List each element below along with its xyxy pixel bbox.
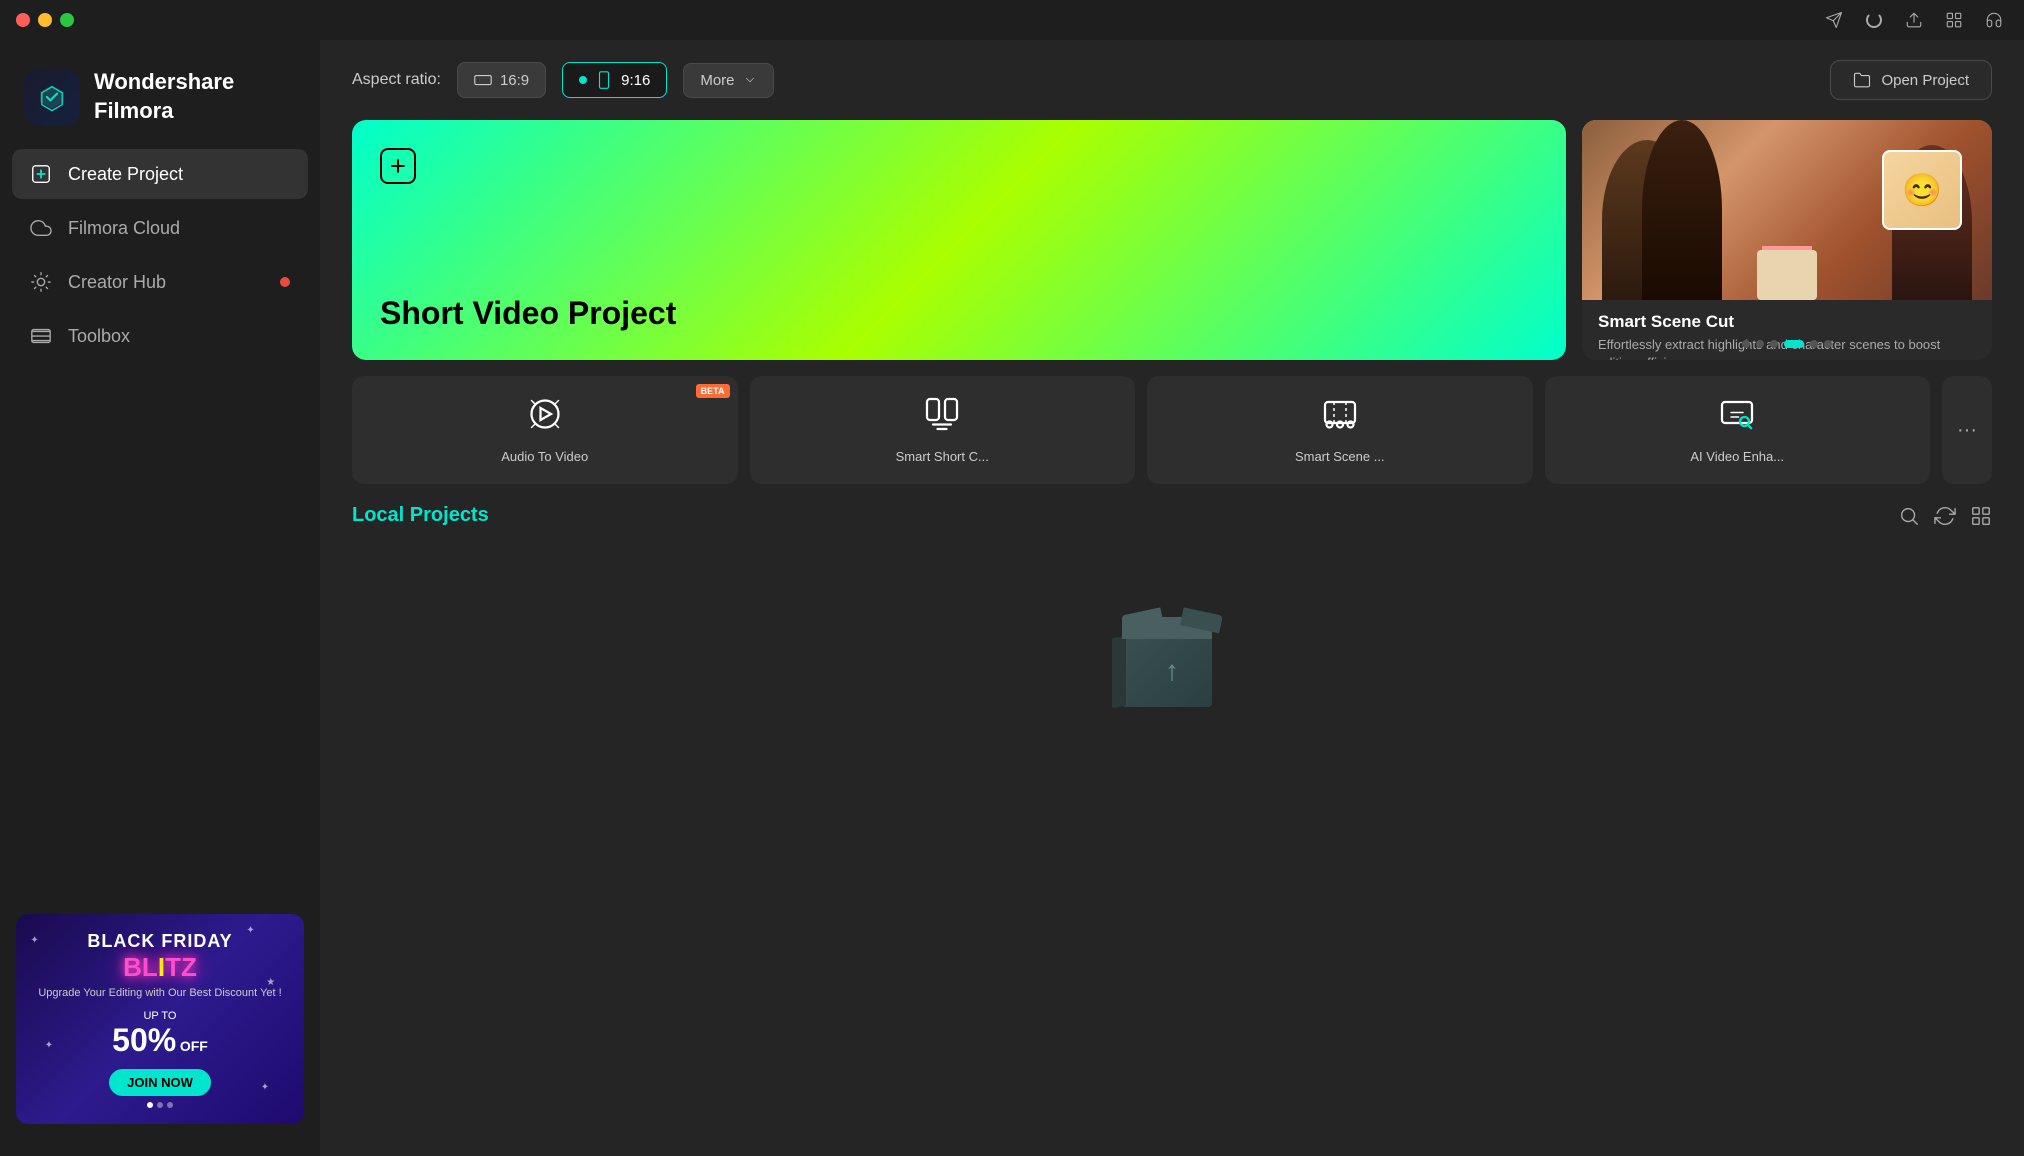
ai-video-enhance-icon bbox=[1719, 396, 1755, 437]
sidebar-item-label: Create Project bbox=[68, 164, 183, 185]
tool-label: Smart Scene ... bbox=[1295, 449, 1385, 464]
sp-dot-5 bbox=[1810, 340, 1818, 348]
audio-to-video-icon bbox=[527, 396, 563, 437]
ad-dot-2 bbox=[157, 1102, 163, 1108]
local-projects-section: Local Projects bbox=[320, 484, 2024, 1156]
minimize-button[interactable] bbox=[38, 13, 52, 27]
ad-upgrade-text: Upgrade Your Editing with Our Best Disco… bbox=[38, 987, 281, 999]
sidebar-item-toolbox[interactable]: Toolbox bbox=[12, 311, 308, 361]
aspect-bar: Aspect ratio: 16:9 9:16 More Open Projec… bbox=[320, 40, 2024, 120]
tool-label: Smart Short C... bbox=[896, 449, 989, 464]
tool-audio-to-video[interactable]: BETA Audio To Video bbox=[352, 376, 738, 484]
featured-panel-image: 😊 bbox=[1582, 120, 1992, 300]
sidebar-item-label: Filmora Cloud bbox=[68, 218, 180, 239]
sp-dot-1 bbox=[1742, 340, 1750, 348]
ad-dot-3 bbox=[167, 1102, 173, 1108]
smart-scene-cut-icon bbox=[1322, 396, 1358, 437]
headphone-icon[interactable] bbox=[1984, 10, 2004, 30]
tool-smart-short-cut[interactable]: Smart Short C... bbox=[750, 376, 1136, 484]
local-projects-title: Local Projects bbox=[352, 504, 489, 527]
featured-panel[interactable]: 😊 Smart Scene Cut Effortlessly extract h… bbox=[1582, 120, 1992, 360]
sidebar-item-creator-hub[interactable]: Creator Hub bbox=[12, 257, 308, 307]
window-controls bbox=[16, 13, 74, 27]
grid-icon[interactable] bbox=[1944, 10, 1964, 30]
app-logo-icon bbox=[24, 69, 80, 125]
aspect-9-16-button[interactable]: 9:16 bbox=[562, 62, 667, 98]
ad-title-line1: BLACK FRIDAY bbox=[87, 931, 232, 952]
spinner-icon bbox=[1864, 10, 1884, 30]
beta-badge: BETA bbox=[696, 384, 730, 398]
grid-view-icon[interactable] bbox=[1970, 505, 1992, 527]
section-actions bbox=[1898, 505, 1992, 527]
active-indicator bbox=[579, 76, 587, 84]
sidebar-logo: Wondershare Filmora bbox=[0, 56, 320, 149]
side-panel-dots bbox=[1742, 340, 1832, 348]
side-panel-title: Smart Scene Cut bbox=[1598, 312, 1976, 332]
face-pip: 😊 bbox=[1882, 150, 1962, 230]
sidebar: Wondershare Filmora Create Project Filmo… bbox=[0, 40, 320, 1156]
smart-short-cut-icon bbox=[924, 396, 960, 437]
tool-label: AI Video Enha... bbox=[1690, 449, 1784, 464]
create-project-hero[interactable]: Short Video Project bbox=[352, 120, 1566, 360]
sidebar-item-filmora-cloud[interactable]: Filmora Cloud bbox=[12, 203, 308, 253]
maximize-button[interactable] bbox=[60, 13, 74, 27]
send-icon[interactable] bbox=[1824, 10, 1844, 30]
hero-plus-icon bbox=[380, 148, 416, 184]
main-content: Aspect ratio: 16:9 9:16 More Open Projec… bbox=[320, 40, 2024, 1156]
ad-join-now-button[interactable]: JOIN NOW bbox=[109, 1069, 211, 1096]
empty-state: ↑ bbox=[352, 547, 1992, 747]
section-header: Local Projects bbox=[352, 504, 1992, 527]
scene-background: 😊 bbox=[1582, 120, 1992, 300]
empty-box-illustration: ↑ bbox=[1112, 587, 1232, 707]
ad-dots bbox=[147, 1102, 173, 1108]
app-name: Wondershare Filmora bbox=[94, 68, 234, 125]
aspect-ratio-label: Aspect ratio: bbox=[352, 71, 441, 89]
ad-title-line2: BLITZ bbox=[123, 952, 197, 983]
aspect-16-9-button[interactable]: 16:9 bbox=[457, 62, 546, 98]
sidebar-item-label: Toolbox bbox=[68, 326, 130, 347]
sp-dot-3 bbox=[1770, 340, 1778, 348]
search-icon[interactable] bbox=[1898, 505, 1920, 527]
refresh-icon[interactable] bbox=[1934, 505, 1956, 527]
title-bar bbox=[0, 0, 2024, 40]
close-button[interactable] bbox=[16, 13, 30, 27]
hero-area: Short Video Project bbox=[320, 120, 2024, 360]
more-tools-button[interactable]: ··· bbox=[1942, 376, 1992, 484]
tool-ai-video-enhance[interactable]: AI Video Enha... bbox=[1545, 376, 1931, 484]
sidebar-item-create-project[interactable]: Create Project bbox=[12, 149, 308, 199]
upload-icon[interactable] bbox=[1904, 10, 1924, 30]
sidebar-item-label: Creator Hub bbox=[68, 272, 166, 293]
sidebar-ad-banner[interactable]: ✦ ✦ ✦ ✦ ★ BLACK FRIDAY BLITZ Upgrade You… bbox=[16, 914, 304, 1124]
sp-dot-2 bbox=[1756, 340, 1764, 348]
sp-dot-6 bbox=[1824, 340, 1832, 348]
open-project-button[interactable]: Open Project bbox=[1830, 60, 1992, 100]
creator-hub-badge bbox=[280, 277, 290, 287]
hero-title: Short Video Project bbox=[380, 295, 1538, 332]
app-layout: Wondershare Filmora Create Project Filmo… bbox=[0, 40, 2024, 1156]
tool-label: Audio To Video bbox=[501, 449, 588, 464]
sp-dot-4 bbox=[1784, 340, 1804, 348]
titlebar-icons bbox=[1824, 0, 2004, 40]
tools-row: BETA Audio To Video bbox=[320, 360, 2024, 484]
ad-dot-1 bbox=[147, 1102, 153, 1108]
tool-smart-scene-cut[interactable]: Smart Scene ... bbox=[1147, 376, 1533, 484]
more-aspect-button[interactable]: More bbox=[683, 63, 773, 98]
ad-discount: UP TO 50% OFF bbox=[112, 1007, 208, 1059]
side-panel-info: Smart Scene Cut Effortlessly extract hig… bbox=[1582, 300, 1992, 360]
sidebar-nav: Create Project Filmora Cloud Creator Hub bbox=[0, 149, 320, 898]
